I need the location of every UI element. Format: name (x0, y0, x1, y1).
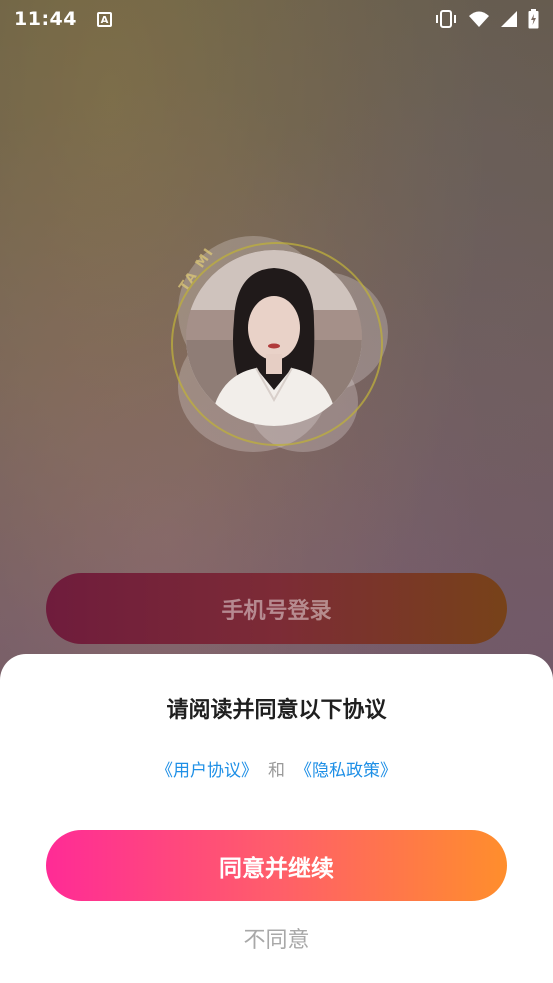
agreement-links: 《用户协议》和《隐私政策》 (0, 756, 553, 781)
signal-icon (501, 11, 517, 27)
app-logo: TA MI (168, 232, 394, 462)
agree-button[interactable]: 同意并继续 (46, 830, 507, 901)
user-agreement-link[interactable]: 《用户协议》 (156, 761, 258, 781)
and-text: 和 (268, 761, 285, 781)
status-bar: 11:44 A (0, 0, 553, 38)
notification-a-icon: A (96, 11, 112, 27)
agreement-sheet: 请阅读并同意以下协议 《用户协议》和《隐私政策》 同意并继续 不同意 (0, 654, 553, 983)
sheet-title: 请阅读并同意以下协议 (166, 698, 387, 723)
battery-icon (528, 9, 539, 29)
avatar-photo (186, 250, 362, 426)
status-time: 11:44 (14, 8, 77, 30)
privacy-policy-link[interactable]: 《隐私政策》 (295, 761, 397, 781)
vibrate-icon (436, 10, 456, 28)
portrait-image (186, 250, 362, 426)
status-icons (434, 9, 539, 29)
phone-login-button[interactable]: 手机号登录 (46, 573, 507, 644)
wifi-icon (469, 11, 489, 27)
disagree-button[interactable]: 不同意 (0, 922, 553, 954)
